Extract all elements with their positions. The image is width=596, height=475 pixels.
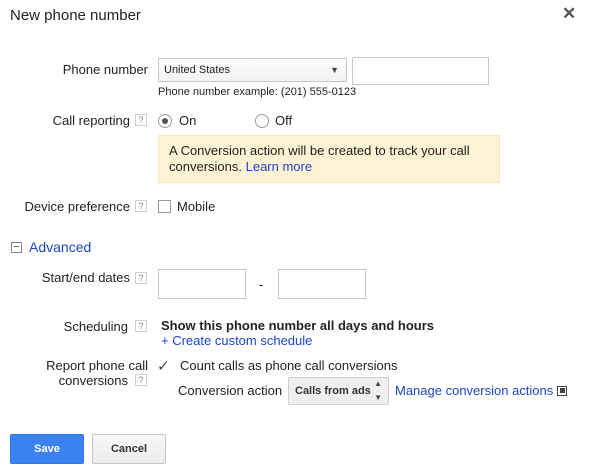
advanced-toggle-link[interactable]: Advanced xyxy=(29,239,91,255)
count-calls-label[interactable]: Count calls as phone call conversions xyxy=(180,358,398,373)
create-custom-schedule-link[interactable]: + Create custom schedule xyxy=(161,333,312,348)
call-reporting-help-icon[interactable]: ? xyxy=(135,114,147,126)
conversion-action-select[interactable]: Calls from ads ▲ ▼ xyxy=(288,377,389,405)
scheduling-help-icon[interactable]: ? xyxy=(135,320,147,332)
save-button[interactable]: Save xyxy=(10,434,84,464)
manage-conversion-actions-link[interactable]: Manage conversion actions xyxy=(395,383,553,398)
device-preference-label: Device preference xyxy=(24,199,131,214)
report-conversions-label-line2: conversions xyxy=(58,373,128,388)
conversion-notice: A Conversion action will be created to t… xyxy=(158,135,500,183)
close-icon[interactable]: ✕ xyxy=(562,4,576,24)
start-date-input[interactable] xyxy=(158,269,246,299)
conversion-action-value: Calls from ads xyxy=(295,385,371,397)
call-reporting-on-label[interactable]: On xyxy=(179,113,196,128)
date-separator: - xyxy=(259,277,264,292)
manage-conversion-actions[interactable]: Manage conversion actions xyxy=(395,383,567,398)
country-select-value: United States xyxy=(164,64,231,76)
call-reporting-label: Call reporting xyxy=(52,113,130,128)
cancel-button[interactable]: Cancel xyxy=(92,434,166,464)
conversion-action-label: Conversion action xyxy=(178,383,283,398)
chevron-down-icon: ▼ xyxy=(330,65,339,75)
count-calls-checkbox[interactable]: ✓ xyxy=(157,357,170,375)
learn-more-link[interactable]: Learn more xyxy=(246,159,312,174)
updown-arrow-icon: ▲ ▼ xyxy=(374,379,382,402)
call-reporting-off-radio[interactable] xyxy=(255,114,269,128)
dates-help-icon[interactable]: ? xyxy=(135,272,147,284)
scheduling-label: Scheduling xyxy=(63,319,128,334)
device-preference-help-icon[interactable]: ? xyxy=(135,200,147,212)
conversion-notice-text: A Conversion action will be created to t… xyxy=(169,143,470,174)
phone-number-label: Phone number xyxy=(62,62,148,77)
mobile-label[interactable]: Mobile xyxy=(177,199,215,214)
dialog-title: New phone number xyxy=(10,7,141,24)
schedule-summary: Show this phone number all days and hour… xyxy=(161,318,435,333)
end-date-input[interactable] xyxy=(278,269,366,299)
external-link-icon xyxy=(556,386,567,396)
phone-number-input[interactable] xyxy=(352,57,489,85)
country-select[interactable]: United States ▼ xyxy=(158,58,347,82)
collapse-icon[interactable]: − xyxy=(11,242,22,253)
report-conversions-help-icon[interactable]: ? xyxy=(135,374,147,386)
call-reporting-off-label[interactable]: Off xyxy=(275,113,292,128)
call-reporting-on-radio[interactable] xyxy=(158,114,172,128)
report-conversions-label: Report phone call xyxy=(46,358,148,373)
start-end-dates-label: Start/end dates xyxy=(41,270,130,285)
phone-example-hint: Phone number example: (201) 555-0123 xyxy=(158,86,357,98)
mobile-checkbox[interactable] xyxy=(158,200,171,213)
